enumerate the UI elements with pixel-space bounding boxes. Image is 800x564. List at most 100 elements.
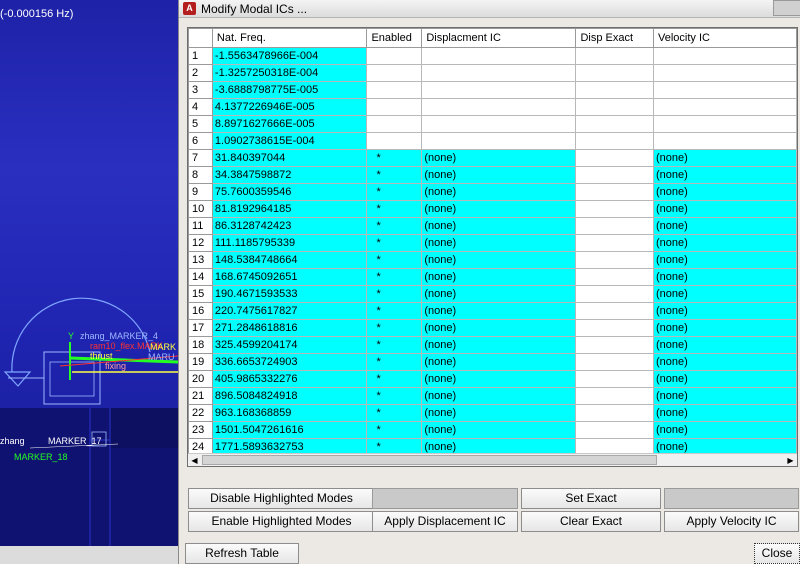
table-row[interactable]: 12 111.1185795339 * (none) (none) (188, 234, 797, 252)
row-number-cell[interactable]: 13 (188, 251, 213, 269)
row-number-cell[interactable]: 17 (188, 319, 213, 337)
velocity-ic-cell[interactable]: (none) (652, 370, 797, 388)
table-row[interactable]: 1 -1.5563478966E-004 (188, 47, 797, 65)
disp-exact-cell[interactable] (575, 115, 654, 133)
row-number-cell[interactable]: 16 (188, 302, 213, 320)
nat-freq-cell[interactable]: 81.8192964185 (211, 200, 368, 218)
nat-freq-cell[interactable]: 1.0902738615E-004 (211, 132, 368, 150)
enabled-cell[interactable]: * (366, 387, 423, 405)
velocity-ic-cell[interactable]: (none) (652, 387, 797, 405)
enabled-cell[interactable]: * (366, 285, 423, 303)
enabled-cell[interactable]: * (366, 353, 423, 371)
nat-freq-cell[interactable]: 168.6745092651 (211, 268, 368, 286)
row-number-cell[interactable]: 1 (188, 47, 213, 65)
displacement-ic-cell[interactable]: (none) (421, 302, 577, 320)
displacement-ic-cell[interactable] (421, 115, 577, 133)
displacement-ic-cell[interactable]: (none) (421, 285, 577, 303)
velocity-ic-cell[interactable]: (none) (652, 234, 797, 252)
triangle-left-icon[interactable]: ◀ (189, 455, 200, 466)
refresh-table-button[interactable]: Refresh Table (185, 543, 299, 564)
row-number-cell[interactable]: 5 (188, 115, 213, 133)
table-row[interactable]: 4 4.1377226946E-005 (188, 98, 797, 116)
disp-exact-cell[interactable] (575, 319, 654, 337)
table-row[interactable]: 15 190.4671593533 * (none) (none) (188, 285, 797, 303)
table-row[interactable]: 23 1501.5047261616 * (none) (none) (188, 421, 797, 439)
nat-freq-cell[interactable]: 75.7600359546 (211, 183, 368, 201)
enabled-cell[interactable] (366, 81, 423, 99)
enabled-cell[interactable]: * (366, 268, 423, 286)
enabled-cell[interactable]: * (366, 251, 423, 269)
disp-exact-cell[interactable] (575, 64, 654, 82)
disp-exact-cell[interactable] (575, 336, 654, 354)
column-header-enabled[interactable]: Enabled (366, 28, 423, 48)
enabled-cell[interactable] (366, 132, 423, 150)
row-number-cell[interactable]: 10 (188, 200, 213, 218)
disp-exact-cell[interactable] (575, 98, 654, 116)
row-number-cell[interactable]: 18 (188, 336, 213, 354)
column-header-nat-freq[interactable]: Nat. Freq. (211, 28, 368, 48)
table-row[interactable]: 5 8.8971627666E-005 (188, 115, 797, 133)
row-number-cell[interactable]: 8 (188, 166, 213, 184)
displacement-ic-cell[interactable]: (none) (421, 251, 577, 269)
close-button[interactable]: Close (754, 543, 800, 564)
velocity-ic-cell[interactable] (652, 132, 797, 150)
displacement-ic-cell[interactable] (421, 47, 577, 65)
displacement-ic-cell[interactable]: (none) (421, 183, 577, 201)
disp-exact-cell[interactable] (575, 166, 654, 184)
table-row[interactable]: 19 336.6653724903 * (none) (none) (188, 353, 797, 371)
nat-freq-cell[interactable]: -1.3257250318E-004 (211, 64, 368, 82)
displacement-ic-cell[interactable]: (none) (421, 217, 577, 235)
horizontal-scrollbar[interactable]: ◀ ▶ (188, 453, 797, 466)
velocity-ic-cell[interactable]: (none) (652, 268, 797, 286)
enabled-cell[interactable]: * (366, 370, 423, 388)
table-row[interactable]: 22 963.168368859 * (none) (none) (188, 404, 797, 422)
row-number-cell[interactable]: 14 (188, 268, 213, 286)
disp-exact-cell[interactable] (575, 404, 654, 422)
disp-exact-cell[interactable] (575, 47, 654, 65)
displacement-ic-cell[interactable]: (none) (421, 166, 577, 184)
enabled-cell[interactable] (366, 98, 423, 116)
disp-exact-cell[interactable] (575, 302, 654, 320)
dialog-titlebar[interactable]: A Modify Modal ICs ... (179, 0, 800, 18)
row-number-cell[interactable]: 2 (188, 64, 213, 82)
disp-exact-cell[interactable] (575, 268, 654, 286)
displacement-ic-cell[interactable] (421, 81, 577, 99)
velocity-ic-cell[interactable]: (none) (652, 336, 797, 354)
displacement-ic-cell[interactable]: (none) (421, 404, 577, 422)
disp-exact-cell[interactable] (575, 81, 654, 99)
velocity-ic-cell[interactable]: (none) (652, 285, 797, 303)
displacement-ic-cell[interactable]: (none) (421, 336, 577, 354)
nat-freq-cell[interactable]: 148.5384748664 (211, 251, 368, 269)
velocity-ic-cell[interactable]: (none) (652, 200, 797, 218)
enabled-cell[interactable] (366, 64, 423, 82)
nat-freq-cell[interactable]: 34.3847598872 (211, 166, 368, 184)
apply-displacement-ic-button[interactable]: Apply Displacement IC (372, 511, 518, 532)
disp-exact-cell[interactable] (575, 200, 654, 218)
disp-exact-cell[interactable] (575, 370, 654, 388)
nat-freq-cell[interactable]: 271.2848618816 (211, 319, 368, 337)
disp-exact-cell[interactable] (575, 217, 654, 235)
enabled-cell[interactable]: * (366, 234, 423, 252)
nat-freq-cell[interactable]: 1501.5047261616 (211, 421, 368, 439)
velocity-ic-cell[interactable] (652, 64, 797, 82)
velocity-ic-cell[interactable] (652, 47, 797, 65)
enabled-cell[interactable]: * (366, 302, 423, 320)
row-number-cell[interactable]: 22 (188, 404, 213, 422)
enabled-cell[interactable]: * (366, 404, 423, 422)
enabled-cell[interactable]: * (366, 319, 423, 337)
window-control-button[interactable] (773, 0, 800, 16)
disp-exact-cell[interactable] (575, 387, 654, 405)
disp-exact-cell[interactable] (575, 183, 654, 201)
triangle-right-icon[interactable]: ▶ (785, 455, 796, 466)
table-row[interactable]: 20 405.9865332276 * (none) (none) (188, 370, 797, 388)
disp-exact-cell[interactable] (575, 353, 654, 371)
nat-freq-cell[interactable]: 963.168368859 (211, 404, 368, 422)
column-header-velocity-ic[interactable]: Velocity IC (652, 28, 797, 48)
disp-exact-cell[interactable] (575, 421, 654, 439)
displacement-ic-cell[interactable]: (none) (421, 387, 577, 405)
velocity-ic-cell[interactable] (652, 115, 797, 133)
velocity-ic-cell[interactable]: (none) (652, 421, 797, 439)
displacement-ic-cell[interactable]: (none) (421, 353, 577, 371)
enable-highlighted-modes-button[interactable]: Enable Highlighted Modes (188, 511, 375, 532)
row-number-cell[interactable]: 6 (188, 132, 213, 150)
